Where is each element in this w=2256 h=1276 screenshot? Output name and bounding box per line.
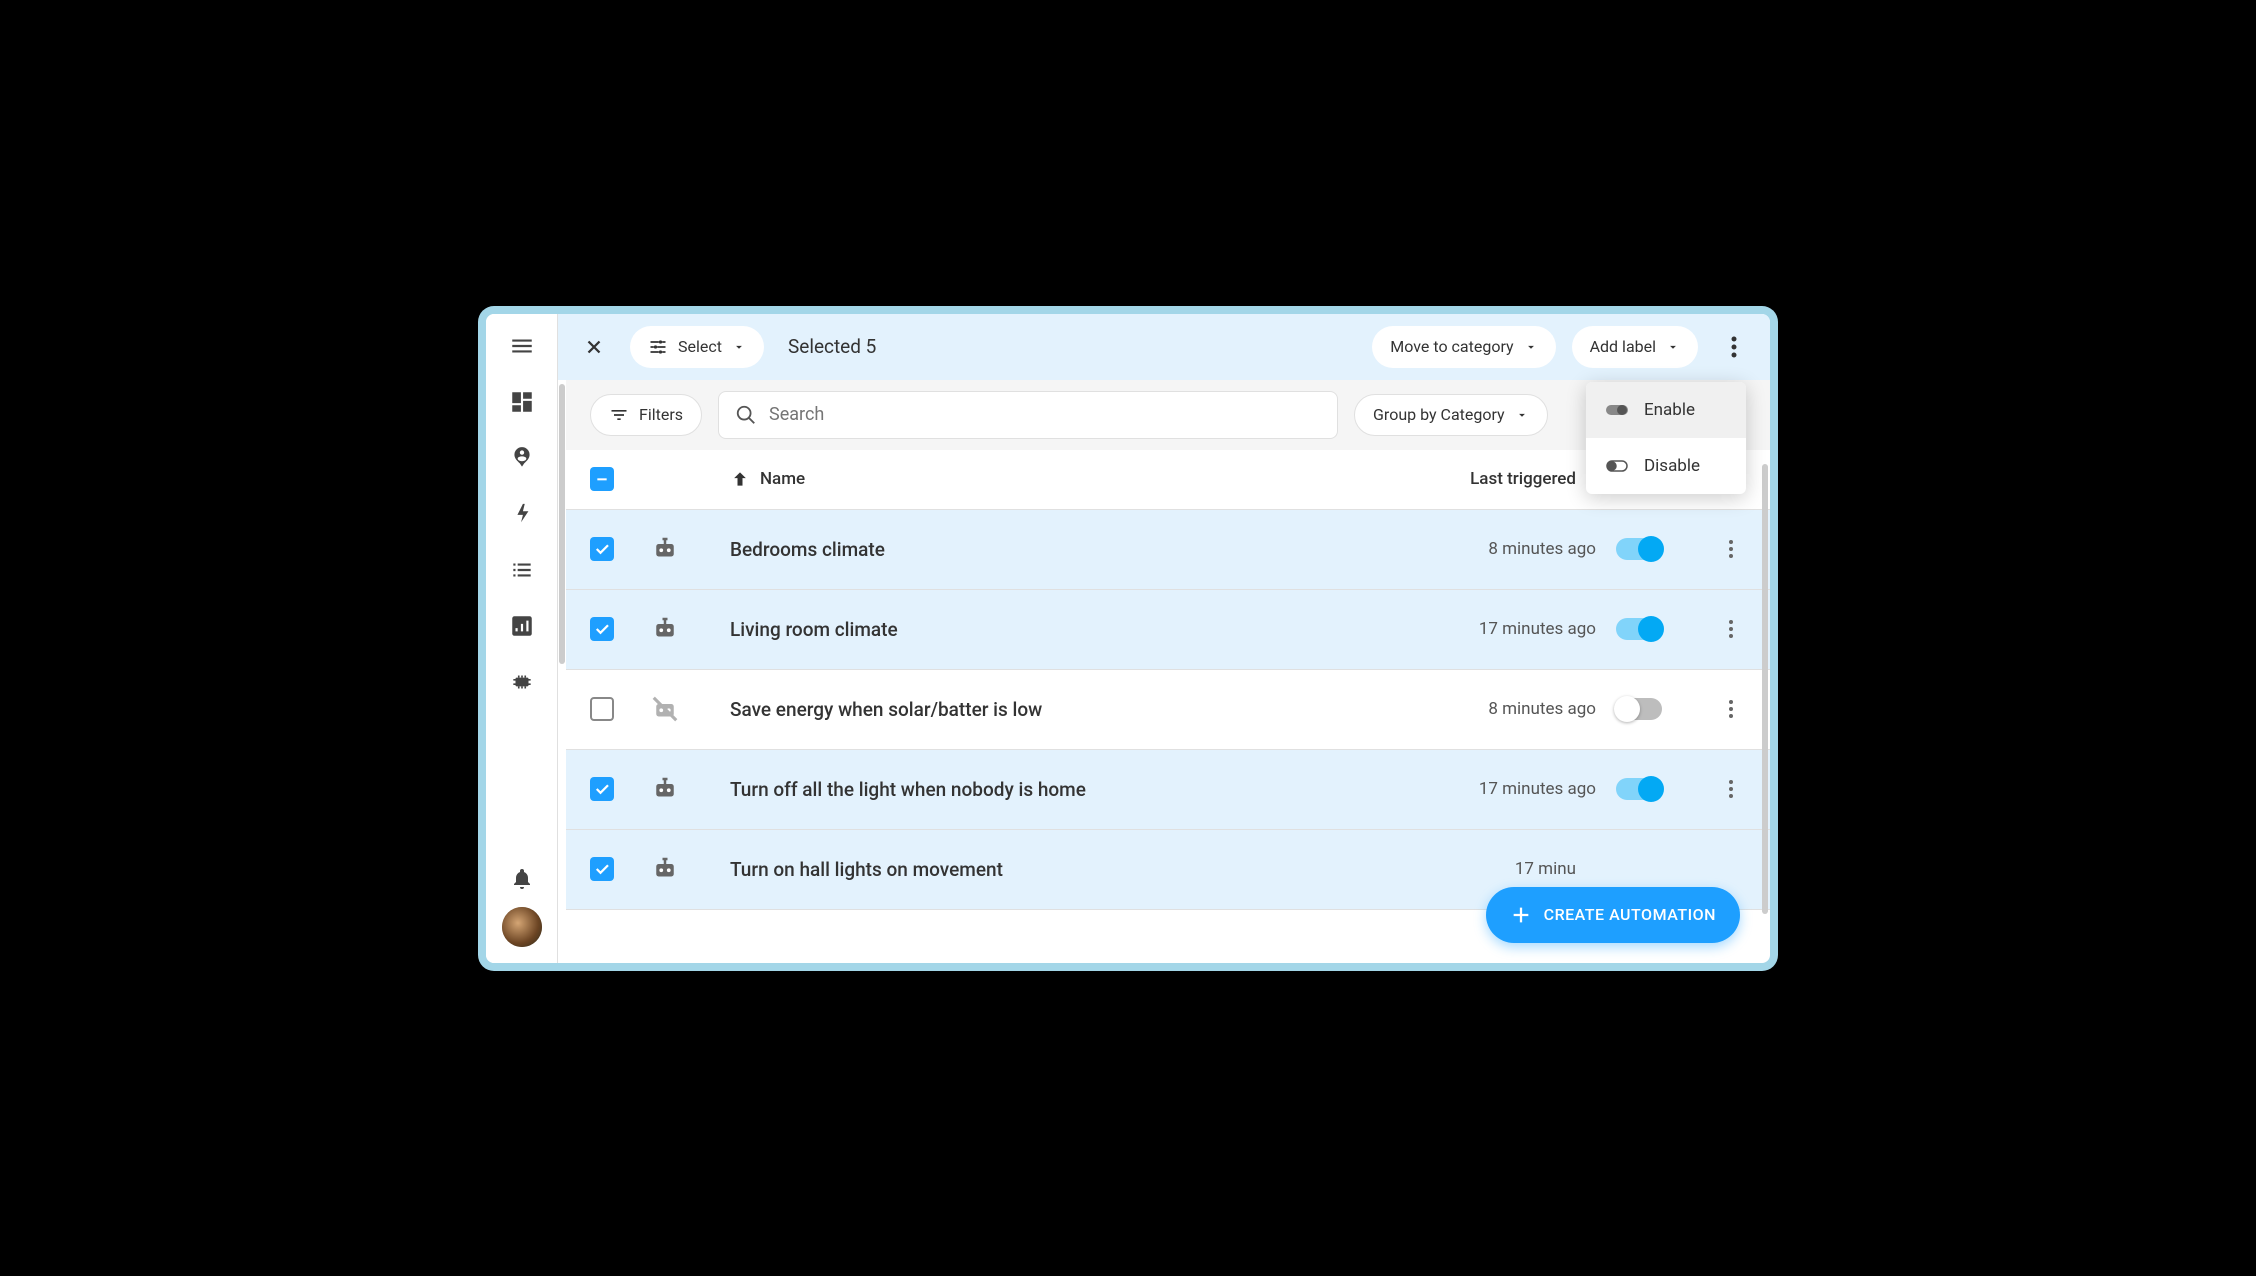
dashboard-icon[interactable]	[508, 388, 536, 416]
app-inner: Select Selected 5 Move to category Add l…	[486, 314, 1770, 963]
row-checkbox[interactable]	[590, 537, 614, 561]
table-row[interactable]: Living room climate 17 minutes ago	[566, 590, 1770, 670]
row-more-icon[interactable]	[1716, 779, 1746, 799]
scroll-track-right[interactable]	[1762, 464, 1768, 914]
group-by-button[interactable]: Group by Category	[1354, 394, 1548, 436]
column-triggered-header[interactable]: Last triggered	[1376, 469, 1596, 489]
filters-button[interactable]: Filters	[590, 394, 702, 436]
filters-label: Filters	[639, 405, 683, 424]
row-name: Living room climate	[730, 618, 898, 641]
select-label: Select	[678, 337, 722, 356]
create-automation-fab[interactable]: CREATE AUTOMATION	[1486, 887, 1740, 943]
enable-switch[interactable]	[1616, 698, 1662, 720]
name-header-text: Name	[760, 469, 805, 489]
enable-label: Enable	[1644, 400, 1695, 420]
enable-switch[interactable]	[1616, 538, 1662, 560]
toggle-on-icon	[1606, 403, 1628, 417]
row-name: Save energy when solar/batter is low	[730, 698, 1042, 721]
table-row[interactable]: Save energy when solar/batter is low 8 m…	[566, 670, 1770, 750]
row-checkbox[interactable]	[590, 857, 614, 881]
row-triggered: 8 minutes ago	[1396, 699, 1616, 719]
chip-icon[interactable]	[508, 668, 536, 696]
chevron-down-icon	[1524, 340, 1538, 354]
fab-label: CREATE AUTOMATION	[1544, 905, 1716, 924]
row-name: Bedrooms climate	[730, 538, 885, 561]
main-area: Select Selected 5 Move to category Add l…	[558, 314, 1770, 963]
row-triggered: 17 minutes ago	[1396, 619, 1616, 639]
app-window: Select Selected 5 Move to category Add l…	[478, 306, 1778, 971]
select-chip[interactable]: Select	[630, 326, 764, 368]
select-all-checkbox[interactable]	[590, 467, 614, 491]
disable-label: Disable	[1644, 456, 1700, 476]
plus-icon	[1510, 904, 1532, 926]
table-row[interactable]: Turn off all the light when nobody is ho…	[566, 750, 1770, 830]
robot-icon	[650, 774, 730, 804]
chart-icon[interactable]	[508, 612, 536, 640]
avatar[interactable]	[502, 907, 542, 947]
add-label-label: Add label	[1590, 337, 1656, 356]
sidebar	[486, 314, 558, 963]
table-row[interactable]: Bedrooms climate 8 minutes ago	[566, 510, 1770, 590]
robot-off-icon	[650, 694, 730, 724]
filter-icon	[609, 405, 629, 425]
energy-icon[interactable]	[508, 500, 536, 528]
group-by-label: Group by Category	[1373, 405, 1505, 424]
column-name-header[interactable]: Name	[730, 469, 1376, 489]
chevron-down-icon	[1666, 340, 1680, 354]
row-triggered: 8 minutes ago	[1396, 539, 1616, 559]
row-more-icon[interactable]	[1716, 619, 1746, 639]
row-checkbox[interactable]	[590, 617, 614, 641]
selection-topbar: Select Selected 5 Move to category Add l…	[558, 314, 1770, 380]
selected-count: Selected 5	[788, 335, 876, 358]
toggle-off-icon	[1606, 459, 1628, 473]
move-category-label: Move to category	[1390, 337, 1513, 356]
row-triggered: 17 minutes ago	[1396, 779, 1616, 799]
search-box[interactable]	[718, 391, 1338, 439]
popover-enable[interactable]: Enable	[1586, 382, 1746, 438]
table-content: Name Last triggered Bedrooms climate 8 m…	[566, 450, 1770, 963]
popover-disable[interactable]: Disable	[1586, 438, 1746, 494]
row-name: Turn on hall lights on movement	[730, 858, 1003, 881]
row-checkbox[interactable]	[590, 777, 614, 801]
row-triggered: 17 minu	[1376, 859, 1596, 879]
menu-icon[interactable]	[508, 332, 536, 360]
enable-switch[interactable]	[1616, 778, 1662, 800]
row-more-icon[interactable]	[1716, 539, 1746, 559]
bell-icon[interactable]	[508, 865, 536, 893]
robot-icon	[650, 534, 730, 564]
enable-disable-popover: Enable Disable	[1586, 382, 1746, 494]
overflow-menu-icon[interactable]	[1714, 327, 1754, 367]
robot-icon	[650, 614, 730, 644]
row-checkbox[interactable]	[590, 697, 614, 721]
chevron-down-icon	[1515, 408, 1529, 422]
move-to-category-button[interactable]: Move to category	[1372, 326, 1555, 368]
row-name: Turn off all the light when nobody is ho…	[730, 778, 1086, 801]
search-icon	[735, 404, 757, 426]
search-input[interactable]	[769, 404, 1321, 425]
arrow-up-icon	[730, 469, 750, 489]
add-label-button[interactable]: Add label	[1572, 326, 1698, 368]
list-icon[interactable]	[508, 556, 536, 584]
robot-icon	[650, 854, 730, 884]
person-pin-icon[interactable]	[508, 444, 536, 472]
close-icon[interactable]	[574, 327, 614, 367]
enable-switch[interactable]	[1616, 618, 1662, 640]
scroll-track-left[interactable]	[558, 384, 566, 724]
row-more-icon[interactable]	[1716, 699, 1746, 719]
chevron-down-icon	[732, 340, 746, 354]
tune-icon	[648, 337, 668, 357]
